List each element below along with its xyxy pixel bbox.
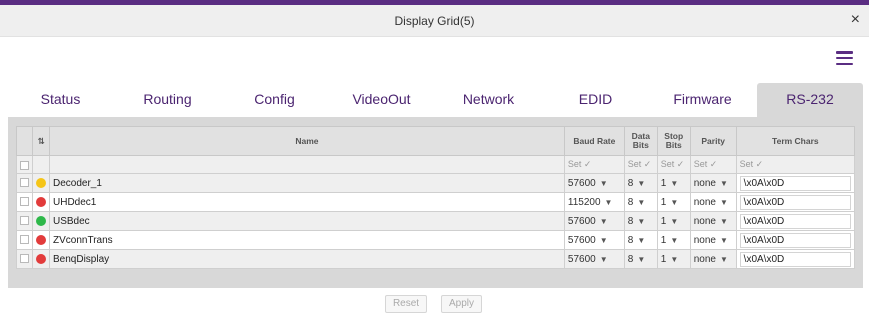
header-baud-rate[interactable]: Baud Rate [563,126,625,156]
stop-bits-select[interactable]: 1 ▼ [656,173,691,193]
data-bits-select[interactable]: 8 ▼ [623,211,658,231]
status-dot-icon [36,196,46,207]
header-parity[interactable]: Parity [689,126,737,156]
term-chars-input[interactable]: \x0A\x0D [739,194,851,210]
data-bits-select[interactable]: 8 ▼ [623,249,658,269]
rs232-panel: ⇅ Name Baud Rate Data Bits Stop Bits Par… [8,117,863,288]
apply-button[interactable]: Apply [441,295,482,313]
close-icon[interactable]: × [851,11,860,29]
tab-edid[interactable]: EDID [543,83,648,117]
table-row: USBdec 57600 ▼ 8 ▼ 1 ▼ none ▼ \x0A\x0D [16,211,856,231]
set-row: Set ✓ Set ✓ Set ✓ Set ✓ Set ✓ [16,155,856,174]
reset-button[interactable]: Reset [385,295,427,313]
tab-firmware[interactable]: Firmware [650,83,755,117]
parity-select[interactable]: none ▼ [689,230,737,250]
data-bits-select[interactable]: 8 ▼ [623,192,658,212]
header-stop-bits[interactable]: Stop Bits [656,126,691,156]
term-chars-input[interactable]: \x0A\x0D [739,213,851,229]
set-data-bits-button[interactable]: Set ✓ [623,155,658,174]
status-dot-icon [36,234,46,245]
tab-config[interactable]: Config [222,83,327,117]
baud-select[interactable]: 115200 ▼ [563,192,625,212]
baud-select[interactable]: 57600 ▼ [563,249,625,269]
device-name: USBdec [49,211,565,231]
term-chars-input[interactable]: \x0A\x0D [739,175,851,191]
parity-select[interactable]: none ▼ [689,249,737,269]
set-stop-bits-button[interactable]: Set ✓ [656,155,691,174]
stop-bits-select[interactable]: 1 ▼ [656,211,691,231]
stop-bits-select[interactable]: 1 ▼ [656,192,691,212]
table-row: BenqDisplay 57600 ▼ 8 ▼ 1 ▼ none ▼ \x0A\x0D [16,249,856,269]
tab-status[interactable]: Status [8,83,113,117]
header-status-sort[interactable]: ⇅ [32,126,50,156]
tab-routing[interactable]: Routing [115,83,220,117]
tab-bar: Status Routing Config VideoOut Network E… [8,83,863,117]
set-parity-button[interactable]: Set ✓ [689,155,737,174]
table-row: Decoder_1 57600 ▼ 8 ▼ 1 ▼ none ▼ \x0A\x0D [16,173,856,193]
tab-rs232[interactable]: RS-232 [757,83,863,117]
data-bits-select[interactable]: 8 ▼ [623,173,658,193]
tab-network[interactable]: Network [436,83,541,117]
device-name: ZVconnTrans [49,230,565,250]
status-dot-icon [36,215,46,226]
table-row: ZVconnTrans 57600 ▼ 8 ▼ 1 ▼ none ▼ \x0A\x0D [16,230,856,250]
status-dot-icon [36,253,46,264]
hamburger-menu-icon[interactable] [836,51,853,66]
parity-select[interactable]: none ▼ [689,211,737,231]
baud-select[interactable]: 57600 ▼ [563,230,625,250]
device-name: UHDdec1 [49,192,565,212]
status-dot-icon [36,177,46,188]
set-baud-button[interactable]: Set ✓ [563,155,625,174]
baud-select[interactable]: 57600 ▼ [563,211,625,231]
device-name: BenqDisplay [49,249,565,269]
tab-videoout[interactable]: VideoOut [329,83,434,117]
header-name[interactable]: Name [49,126,565,156]
device-name: Decoder_1 [49,173,565,193]
stop-bits-select[interactable]: 1 ▼ [656,230,691,250]
data-bits-select[interactable]: 8 ▼ [623,230,658,250]
term-chars-input[interactable]: \x0A\x0D [739,251,851,267]
stop-bits-select[interactable]: 1 ▼ [656,249,691,269]
parity-select[interactable]: none ▼ [689,192,737,212]
select-all-checkbox[interactable] [20,160,29,170]
row-checkbox[interactable] [20,178,29,188]
term-chars-input[interactable]: \x0A\x0D [739,232,851,248]
row-checkbox[interactable] [20,216,29,226]
header-term-chars[interactable]: Term Chars [735,126,856,156]
parity-select[interactable]: none ▼ [689,173,737,193]
baud-select[interactable]: 57600 ▼ [563,173,625,193]
title-bar: Display Grid(5) × [0,5,869,37]
row-checkbox[interactable] [20,235,29,245]
set-term-button[interactable]: Set ✓ [735,155,856,174]
rs232-table: ⇅ Name Baud Rate Data Bits Stop Bits Par… [16,126,856,269]
row-checkbox[interactable] [20,254,29,264]
table-row: UHDdec1 115200 ▼ 8 ▼ 1 ▼ none ▼ \x0A\x0D [16,192,856,212]
footer-buttons: Reset Apply [0,295,869,313]
header-select-col [16,126,33,156]
header-data-bits[interactable]: Data Bits [623,126,658,156]
row-checkbox[interactable] [20,197,29,207]
window-title: Display Grid(5) [394,14,475,28]
